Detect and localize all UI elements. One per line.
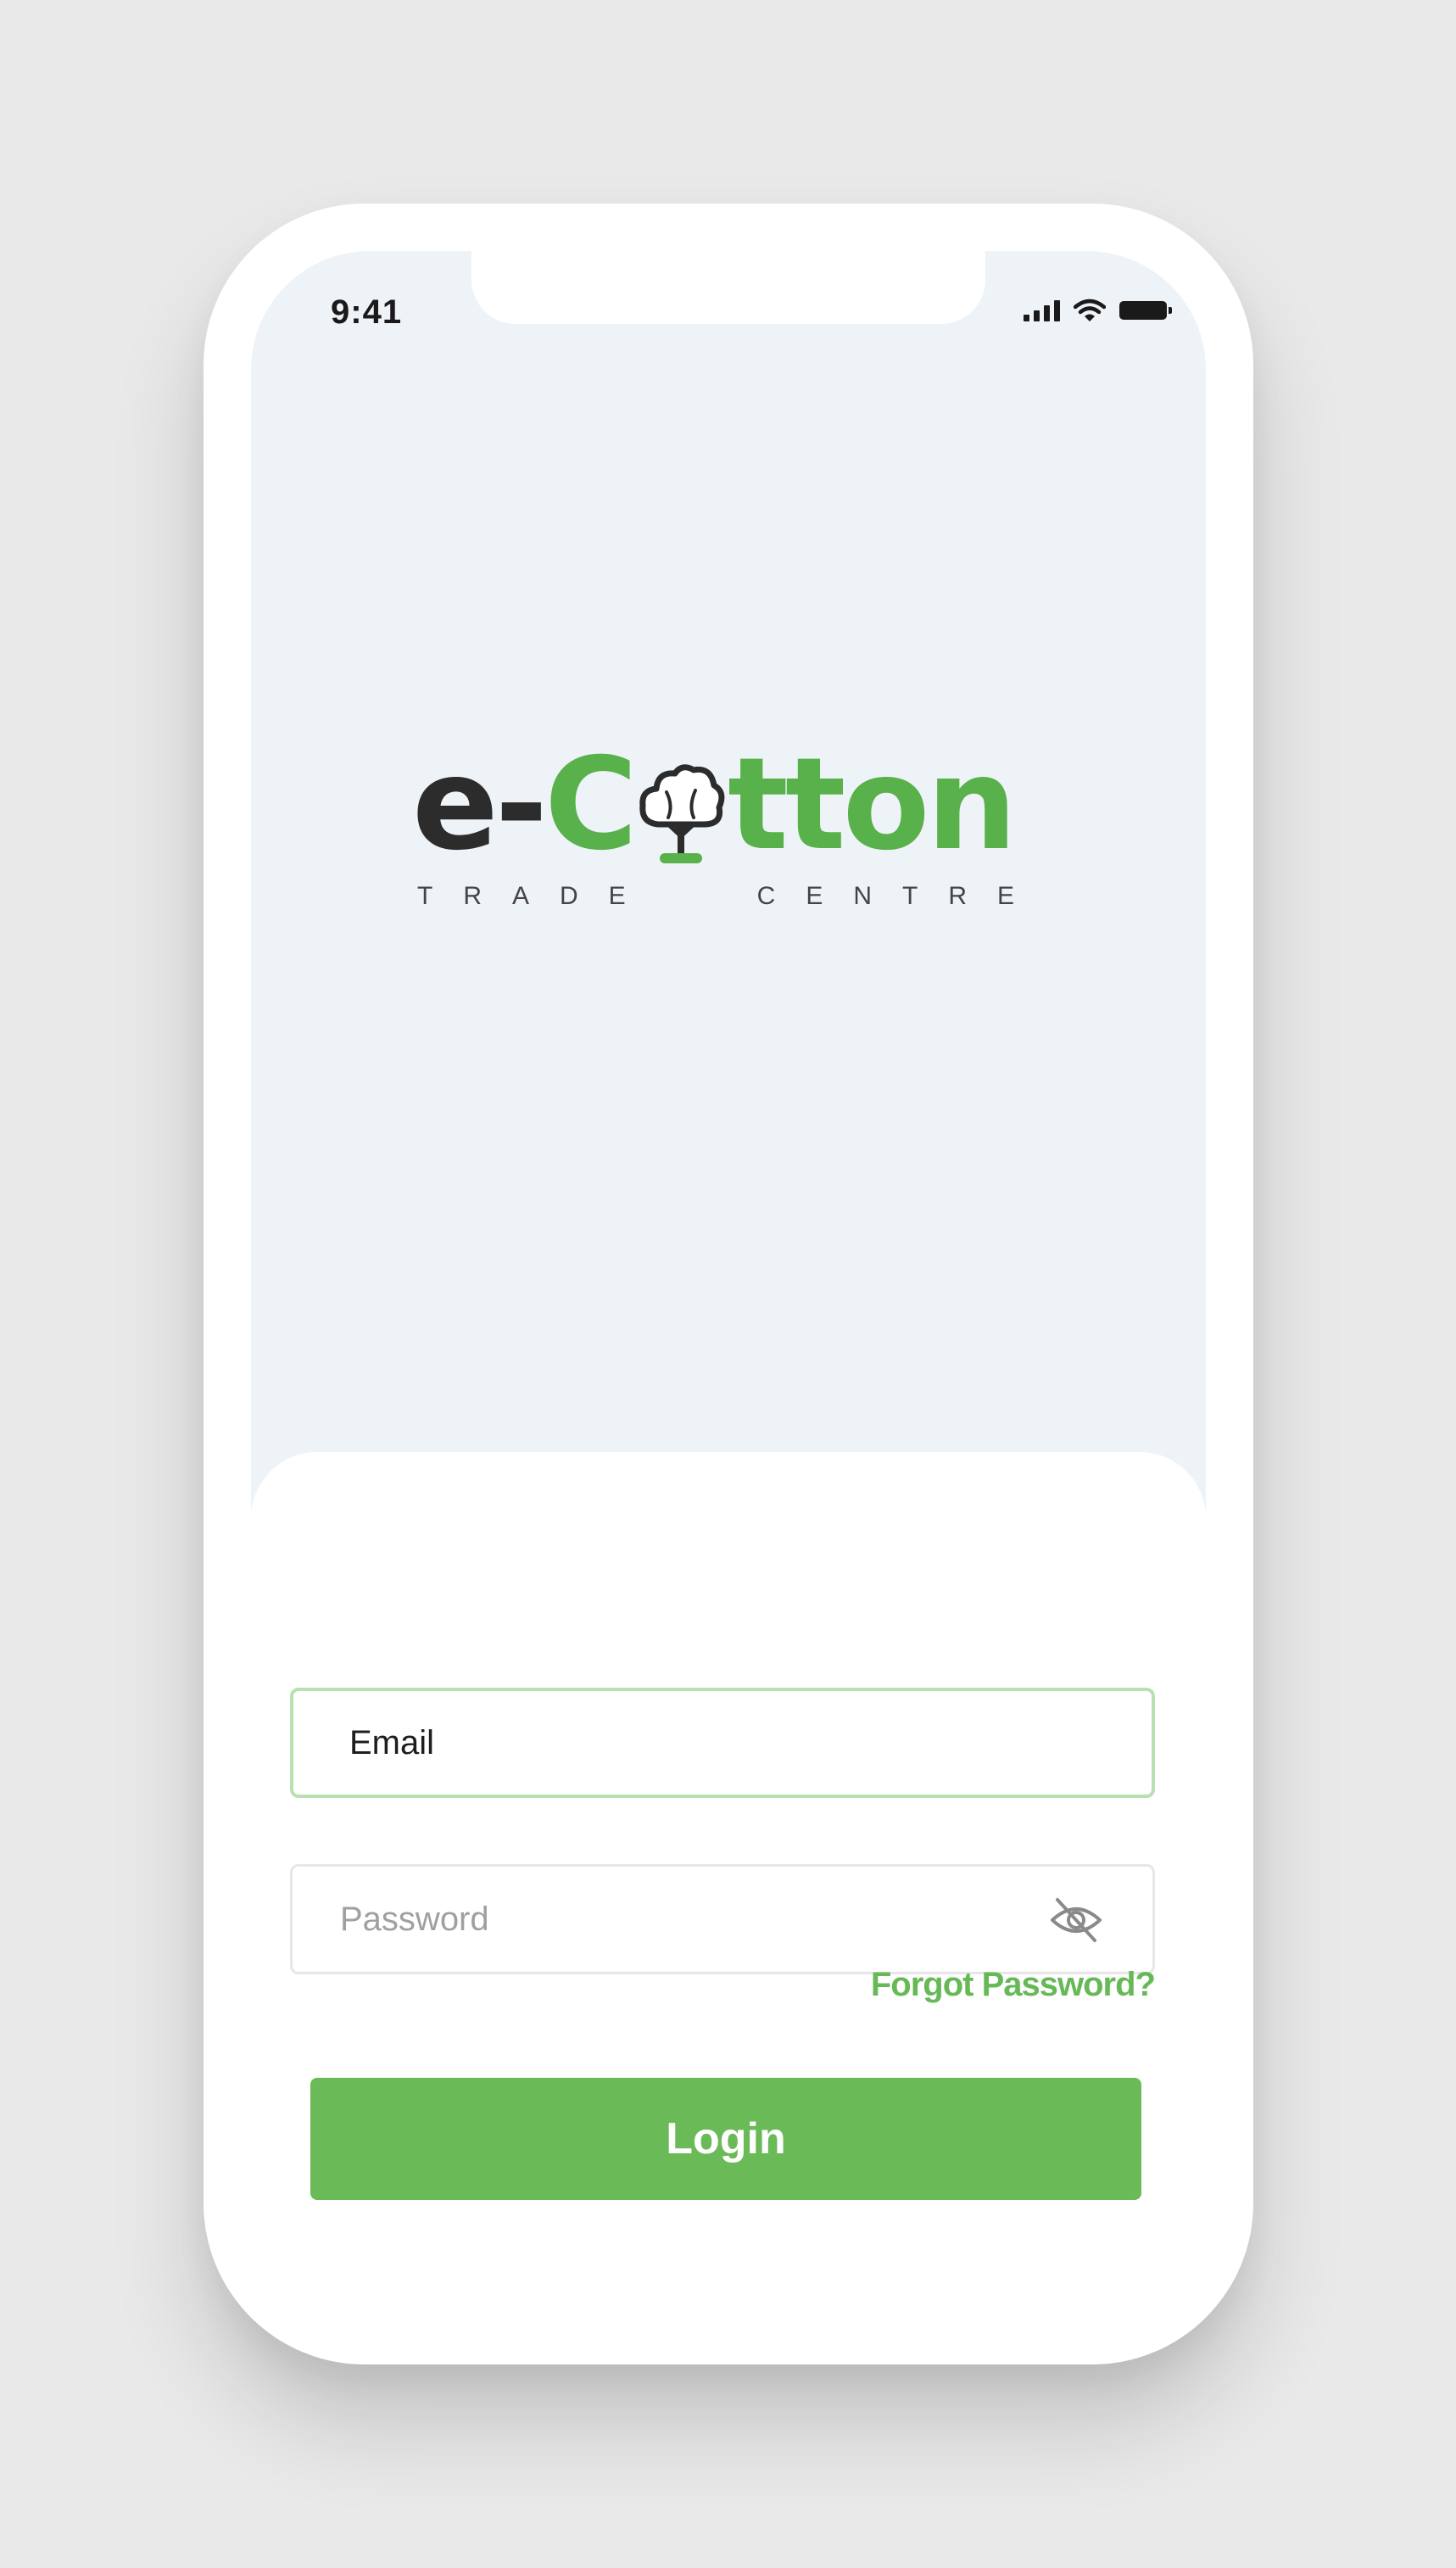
ecotton-logo: e- C tton TRADE CENTRE (412, 741, 1045, 928)
logo-text-c: C (544, 731, 638, 879)
create-account-link[interactable]: Create new account (251, 2310, 1206, 2317)
signal-icon (1024, 299, 1060, 321)
password-field[interactable] (290, 1864, 1155, 1974)
status-icons (1024, 293, 1172, 327)
battery-icon (1119, 301, 1172, 320)
tagline-left: TRADE (417, 882, 656, 910)
phone-frame: 9:41 e- C tton TRADE CENTRE Email Forgot… (204, 204, 1253, 2364)
wifi-icon (1074, 299, 1106, 321)
device-notch (471, 251, 985, 324)
email-field[interactable] (290, 1688, 1155, 1798)
login-card: Forgot Password? Login Create new accoun… (251, 1452, 1206, 2317)
login-button[interactable]: Login (310, 2078, 1141, 2200)
forgot-password-link[interactable]: Forgot Password? (871, 1966, 1156, 2004)
logo-tagline: TRADE CENTRE (417, 882, 1045, 911)
password-input[interactable] (293, 1867, 1152, 1972)
email-input[interactable] (293, 1691, 1152, 1795)
tagline-right: CENTRE (756, 882, 1045, 910)
logo-text-tton: tton (728, 731, 1017, 879)
logo-text-e: e- (412, 731, 548, 879)
app-screen: 9:41 e- C tton TRADE CENTRE Email Forgot… (251, 251, 1206, 2317)
cotton-boll-icon (634, 758, 728, 868)
eye-off-icon[interactable] (1047, 1895, 1105, 1946)
logo-wordmark: e- C tton (412, 741, 1017, 868)
status-time: 9:41 (331, 293, 403, 331)
